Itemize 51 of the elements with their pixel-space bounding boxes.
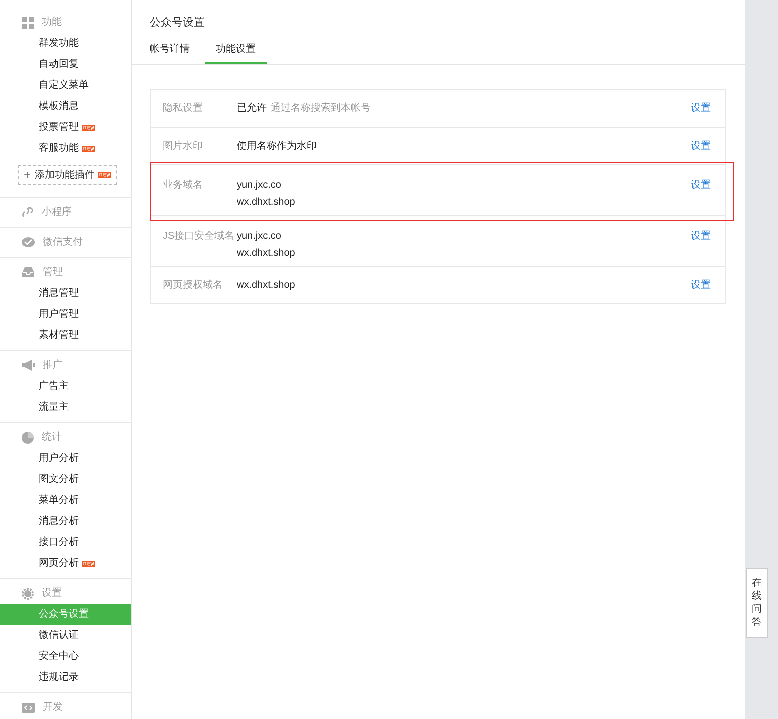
sidebar-item[interactable]: 菜单分析 — [0, 490, 131, 511]
setting-value: wx.dhxt.shop — [237, 196, 296, 210]
setting-value: yun.jxc.co — [237, 179, 282, 193]
sidebar-item[interactable]: 模板消息 — [0, 96, 131, 117]
sidebar-item[interactable]: 图文分析 — [0, 469, 131, 490]
tab[interactable]: 功能设置 — [205, 42, 267, 64]
sidebar-item[interactable]: 素材管理 — [0, 325, 131, 346]
sidebar-item[interactable]: 违规记录 — [0, 667, 131, 688]
grid-icon — [22, 16, 34, 28]
setting-label: 业务域名 — [163, 178, 204, 193]
pie-chart-icon — [22, 432, 34, 444]
tab[interactable]: 帐号详情 — [139, 42, 201, 64]
settings-link[interactable]: 设置 — [691, 229, 711, 244]
setting-value: 使用名称作为水印 — [237, 140, 317, 154]
sidebar-item[interactable]: 网页分析 — [0, 553, 131, 574]
gear-icon — [22, 588, 34, 600]
sidebar-item[interactable]: 广告主 — [0, 376, 131, 397]
inbox-icon — [22, 267, 35, 278]
sidebar-item[interactable]: 投票管理 — [0, 117, 131, 138]
payment-icon — [22, 237, 35, 248]
help-tab[interactable]: 在线问答 — [746, 568, 768, 638]
code-icon — [22, 702, 35, 712]
settings-link[interactable]: 设置 — [691, 138, 711, 154]
setting-label: 网页授权域名 — [163, 278, 224, 292]
setting-value: 已允许 — [237, 102, 267, 116]
settings-link[interactable]: 设置 — [691, 178, 711, 193]
setting-label: JS接口安全域名 — [163, 230, 236, 244]
sidebar-item[interactable]: 用户管理 — [0, 304, 131, 325]
megaphone-icon — [22, 360, 35, 371]
sidebar-item[interactable]: 消息分析 — [0, 511, 131, 532]
sidebar-item[interactable]: 微信认证 — [0, 625, 131, 646]
setting-value: wx.dhxt.shop — [237, 247, 296, 261]
sidebar-item[interactable]: 自动回复 — [0, 54, 131, 75]
settings-link[interactable]: 设置 — [691, 278, 711, 292]
sidebar-item[interactable]: 用户分析 — [0, 448, 131, 469]
sidebar-item[interactable]: 客服功能 — [0, 138, 131, 159]
settings-link[interactable]: 设置 — [691, 101, 711, 116]
setting-value: yun.jxc.co — [237, 230, 282, 244]
page-title: 公众号设置 — [150, 16, 206, 30]
setting-value: wx.dhxt.shop — [237, 278, 296, 292]
setting-label: 隐私设置 — [163, 102, 204, 116]
sidebar-item[interactable]: 群发功能 — [0, 33, 131, 54]
setting-label: 图片水印 — [163, 140, 204, 154]
link-icon — [22, 206, 34, 218]
sidebar-item[interactable]: 消息管理 — [0, 283, 131, 304]
sidebar-item[interactable]: 接口分析 — [0, 532, 131, 553]
setting-note: 通过名称搜索到本帐号 — [271, 102, 371, 116]
sidebar-item[interactable]: 流量主 — [0, 397, 131, 418]
add-plugin-button[interactable]: + 添加功能插件 — [18, 165, 117, 185]
sidebar-item[interactable]: 自定义菜单 — [0, 75, 131, 96]
sidebar-item[interactable]: 安全中心 — [0, 646, 131, 667]
